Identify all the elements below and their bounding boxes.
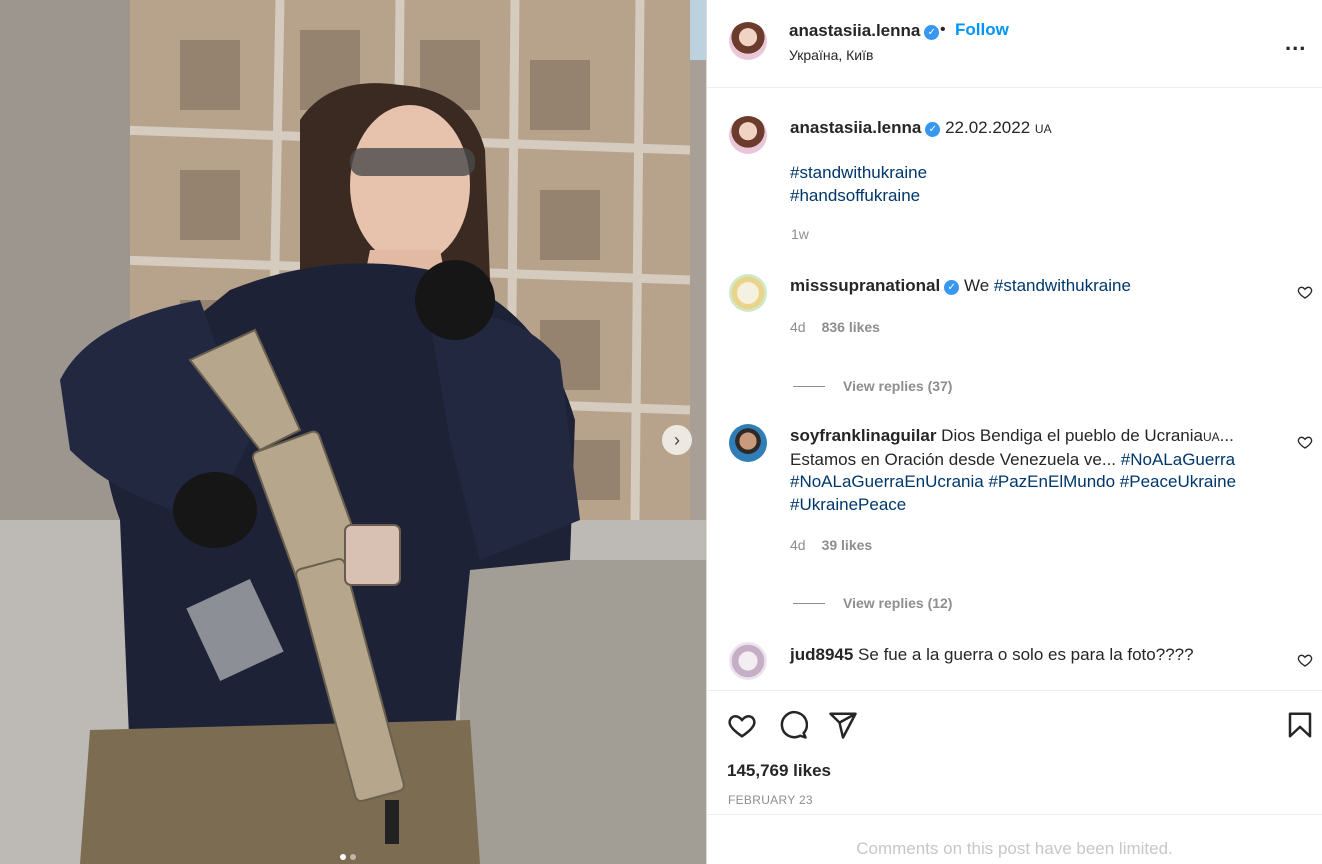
view-replies-button[interactable]: View replies (37) — [793, 378, 952, 394]
carousel-dot-active — [340, 854, 346, 860]
commenter-avatar[interactable] — [729, 642, 767, 680]
caption-age: 1w — [791, 226, 809, 242]
carousel-dot — [350, 854, 356, 860]
verified-badge-icon: ✓ — [924, 25, 940, 40]
post-date: FEBRUARY 23 — [728, 793, 813, 807]
follow-button[interactable]: Follow — [955, 20, 1009, 40]
comment-like-heart-icon[interactable] — [1297, 652, 1313, 668]
commenter-username[interactable]: soyfranklinaguilar — [790, 426, 936, 445]
comment-age: 4d — [790, 319, 806, 335]
comment-body-line2: Estamos en Oración desde Venezuela ve... — [790, 449, 1117, 469]
replies-line — [793, 386, 825, 387]
comment-hashtags[interactable]: #NoALaGuerraEnUcrania #PazEnElMundo #Pea… — [790, 472, 1236, 491]
replies-line — [793, 603, 825, 604]
post-actions: 145,769 likes FEBRUARY 23 — [707, 690, 1322, 814]
commenter-username[interactable]: misssupranational — [790, 276, 940, 295]
next-photo-button[interactable]: › — [662, 425, 692, 455]
verified-badge-icon: ✓ — [944, 280, 960, 295]
author-avatar[interactable] — [729, 22, 767, 60]
post-photo: › — [0, 0, 706, 864]
comment-likes[interactable]: 39 likes — [822, 537, 873, 553]
view-replies-label[interactable]: View replies (12) — [843, 595, 952, 611]
comment-body: Se fue a la guerra o solo es para la fot… — [858, 645, 1194, 664]
author-username-text[interactable]: anastasiia.lenna — [789, 21, 920, 40]
more-options-icon[interactable]: ... — [1285, 30, 1306, 56]
comment-icon[interactable] — [778, 710, 808, 740]
commenter-username[interactable]: jud8945 — [790, 645, 853, 664]
commenter-avatar[interactable] — [729, 424, 767, 462]
caption-date: 22.02.2022 — [945, 118, 1031, 137]
post-location[interactable]: Україна, Київ — [789, 47, 873, 63]
caption-header: anastasiia.lenna ✓ 22.02.2022 UA — [790, 118, 1052, 138]
heart-icon[interactable] — [727, 710, 757, 740]
comment-ellipsis: ... — [1219, 426, 1234, 445]
view-replies-label[interactable]: View replies (37) — [843, 378, 952, 394]
comments-limited-notice: Comments on this post have been limited. — [707, 814, 1322, 864]
comment-likes[interactable]: 836 likes — [822, 319, 880, 335]
comment-like-heart-icon[interactable] — [1297, 284, 1313, 300]
likes-count[interactable]: 145,769 likes — [727, 761, 831, 781]
caption-hashtag-1[interactable]: #standwithukraine — [790, 163, 927, 183]
photo-illustration — [0, 0, 706, 864]
post-header: anastasiia.lenna ✓ • Follow Україна, Київ… — [707, 0, 1322, 88]
header-separator: • — [940, 21, 946, 38]
comment-body-line1: Dios Bendiga el pueblo de Ucrania — [941, 426, 1203, 445]
comment-flag: UA — [1202, 430, 1220, 444]
caption-avatar[interactable] — [729, 116, 767, 154]
comment-like-heart-icon[interactable] — [1297, 434, 1313, 450]
caption-hashtag-2[interactable]: #handsoffukraine — [790, 186, 920, 206]
post-sidebar: anastasiia.lenna ✓ • Follow Україна, Київ… — [707, 0, 1322, 864]
comment-age: 4d — [790, 537, 806, 553]
caption-username[interactable]: anastasiia.lenna — [790, 118, 921, 137]
author-username[interactable]: anastasiia.lenna ✓ — [789, 21, 940, 41]
view-replies-button[interactable]: View replies (12) — [793, 595, 952, 611]
comment-hashtag[interactable]: #UkrainePeace — [790, 495, 906, 514]
comment-body: We — [963, 276, 990, 295]
comment-hashtag[interactable]: #NoALaGuerra — [1121, 450, 1235, 469]
comment-meta: 4d 39 likes — [790, 537, 872, 553]
comment-text: misssupranational ✓ We #standwithukraine — [790, 275, 1260, 298]
comment-hashtag[interactable]: #standwithukraine — [994, 276, 1131, 295]
share-icon[interactable] — [828, 710, 858, 740]
comment-meta: 4d 836 likes — [790, 319, 880, 335]
comment-text: jud8945 Se fue a la guerra o solo es par… — [790, 644, 1260, 667]
verified-badge-icon: ✓ — [925, 122, 941, 137]
caption-flag: UA — [1034, 122, 1052, 136]
carousel-indicator — [340, 854, 356, 860]
comment-text: soyfranklinaguilar Dios Bendiga el puebl… — [790, 425, 1260, 516]
bookmark-icon[interactable] — [1285, 710, 1315, 740]
commenter-avatar[interactable] — [729, 274, 767, 312]
